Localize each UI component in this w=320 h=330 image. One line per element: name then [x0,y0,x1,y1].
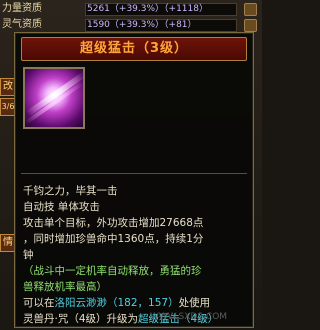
skill-trigger-note: 兽释放机率最高） [23,281,107,293]
attribute-row-strength: 力量资质 5261（+39.3%）（+1118） [0,2,262,16]
upgrade-text: 灵兽丹·咒（4级）升级为 [23,313,139,325]
attribute-label: 力量资质 [2,3,42,14]
skill-heavy-strike-icon [23,67,85,129]
skill-type: 自动技 单体攻击 [23,201,100,213]
attribute-button[interactable] [244,3,257,16]
skill-upgrade-location: 可以在洛阳云渺渺（182，157）处使用 [23,295,249,311]
npc-location-link[interactable]: 洛阳云渺渺（182，157） [55,297,179,309]
skill-tooltip: 超级猛击（3级） 千钧之力，毕其一击 自动技 单体攻击 攻击单个目标，外功攻击增… [14,32,254,328]
attribute-label: 灵气资质 [2,19,42,30]
attribute-value: 5261（+39.3%）（+1118） [87,4,208,14]
attribute-value: 1590（+39.3%）（+81） [87,20,197,30]
watermark: WWW.SXDS.COM [150,312,228,322]
tooltip-divider [21,173,247,174]
skill-effect-line: ，同时增加珍兽命中1360点，持续1分 [23,233,204,245]
attribute-row-spirit: 灵气资质 1590（+39.3%）（+81） [0,18,262,32]
upgrade-text: 可以在 [23,297,55,309]
skill-description: 千钧之力，毕其一击 自动技 单体攻击 攻击单个目标，外功攻击增加27668点 ，… [23,183,249,327]
attribute-button[interactable] [244,19,257,32]
skill-effect-line: 钟 [23,249,34,261]
upgrade-text: 处使用 [178,297,211,309]
skill-flavor-text: 千钧之力，毕其一击 [23,185,118,197]
skill-title: 超级猛击（3级） [21,37,247,61]
skill-trigger-note: （战斗中一定机率自动释放，勇猛的珍 [23,265,202,277]
skill-effect-line: 攻击单个目标，外功攻击增加27668点 [23,217,204,229]
